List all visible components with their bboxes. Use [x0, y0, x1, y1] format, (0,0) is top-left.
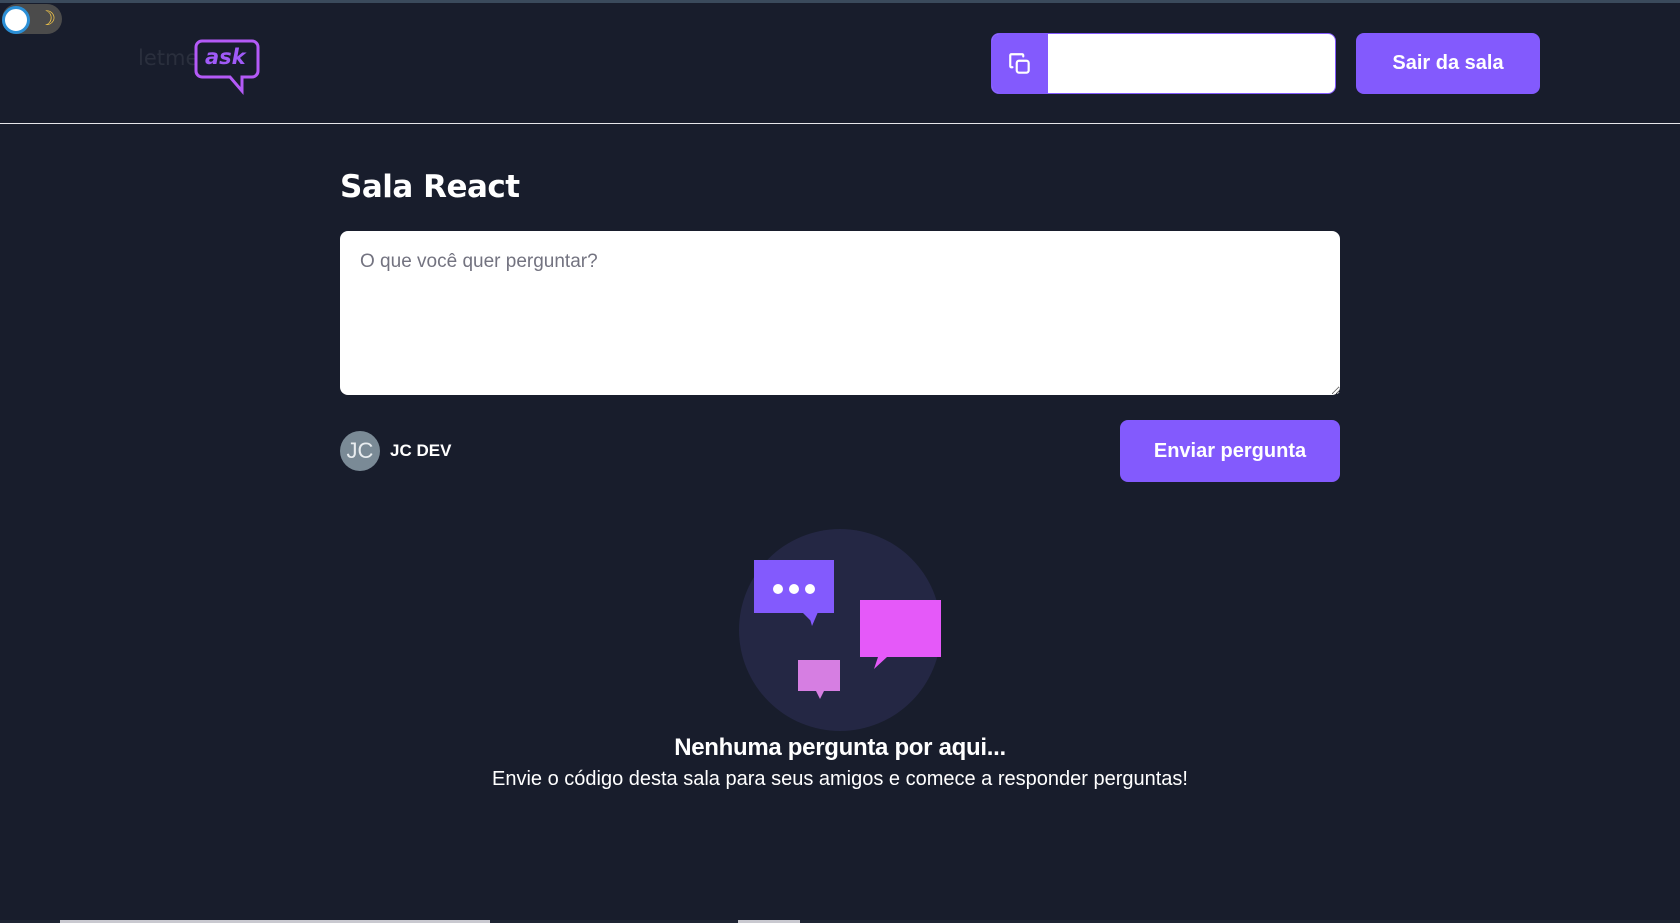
send-question-button[interactable]: Enviar pergunta: [1120, 420, 1340, 482]
page-header: letme ask Sair da sala: [0, 3, 1680, 124]
question-form-footer: JC JC DEV Enviar pergunta: [340, 420, 1340, 482]
logo-text-ask: ask: [205, 45, 248, 69]
logo-text-letme: letme: [138, 46, 198, 70]
room-code-text: [1048, 34, 1335, 93]
copy-icon[interactable]: [992, 34, 1048, 93]
letmeask-logo[interactable]: letme ask: [138, 33, 260, 97]
empty-questions-state: Nenhuma pergunta por aqui... Envie o cód…: [0, 528, 1680, 791]
question-input[interactable]: [340, 231, 1340, 395]
theme-toggle[interactable]: ☽: [2, 4, 62, 34]
moon-icon: ☽: [38, 8, 56, 30]
avatar: JC: [340, 431, 380, 471]
leave-room-button[interactable]: Sair da sala: [1356, 33, 1540, 94]
user-name: JC DEV: [390, 441, 452, 460]
page-title: Sala React: [340, 169, 520, 205]
room-main: Sala React JC JC DEV Enviar pergunta: [340, 124, 1340, 482]
empty-state-description: Envie o código desta sala para seus amig…: [492, 768, 1188, 790]
empty-questions-illustration: [739, 529, 941, 731]
toggle-knob[interactable]: [2, 6, 30, 34]
room-code-button[interactable]: [991, 33, 1336, 94]
user-info: JC JC DEV: [340, 431, 451, 471]
empty-state-title: Nenhuma pergunta por aqui...: [674, 734, 1006, 761]
